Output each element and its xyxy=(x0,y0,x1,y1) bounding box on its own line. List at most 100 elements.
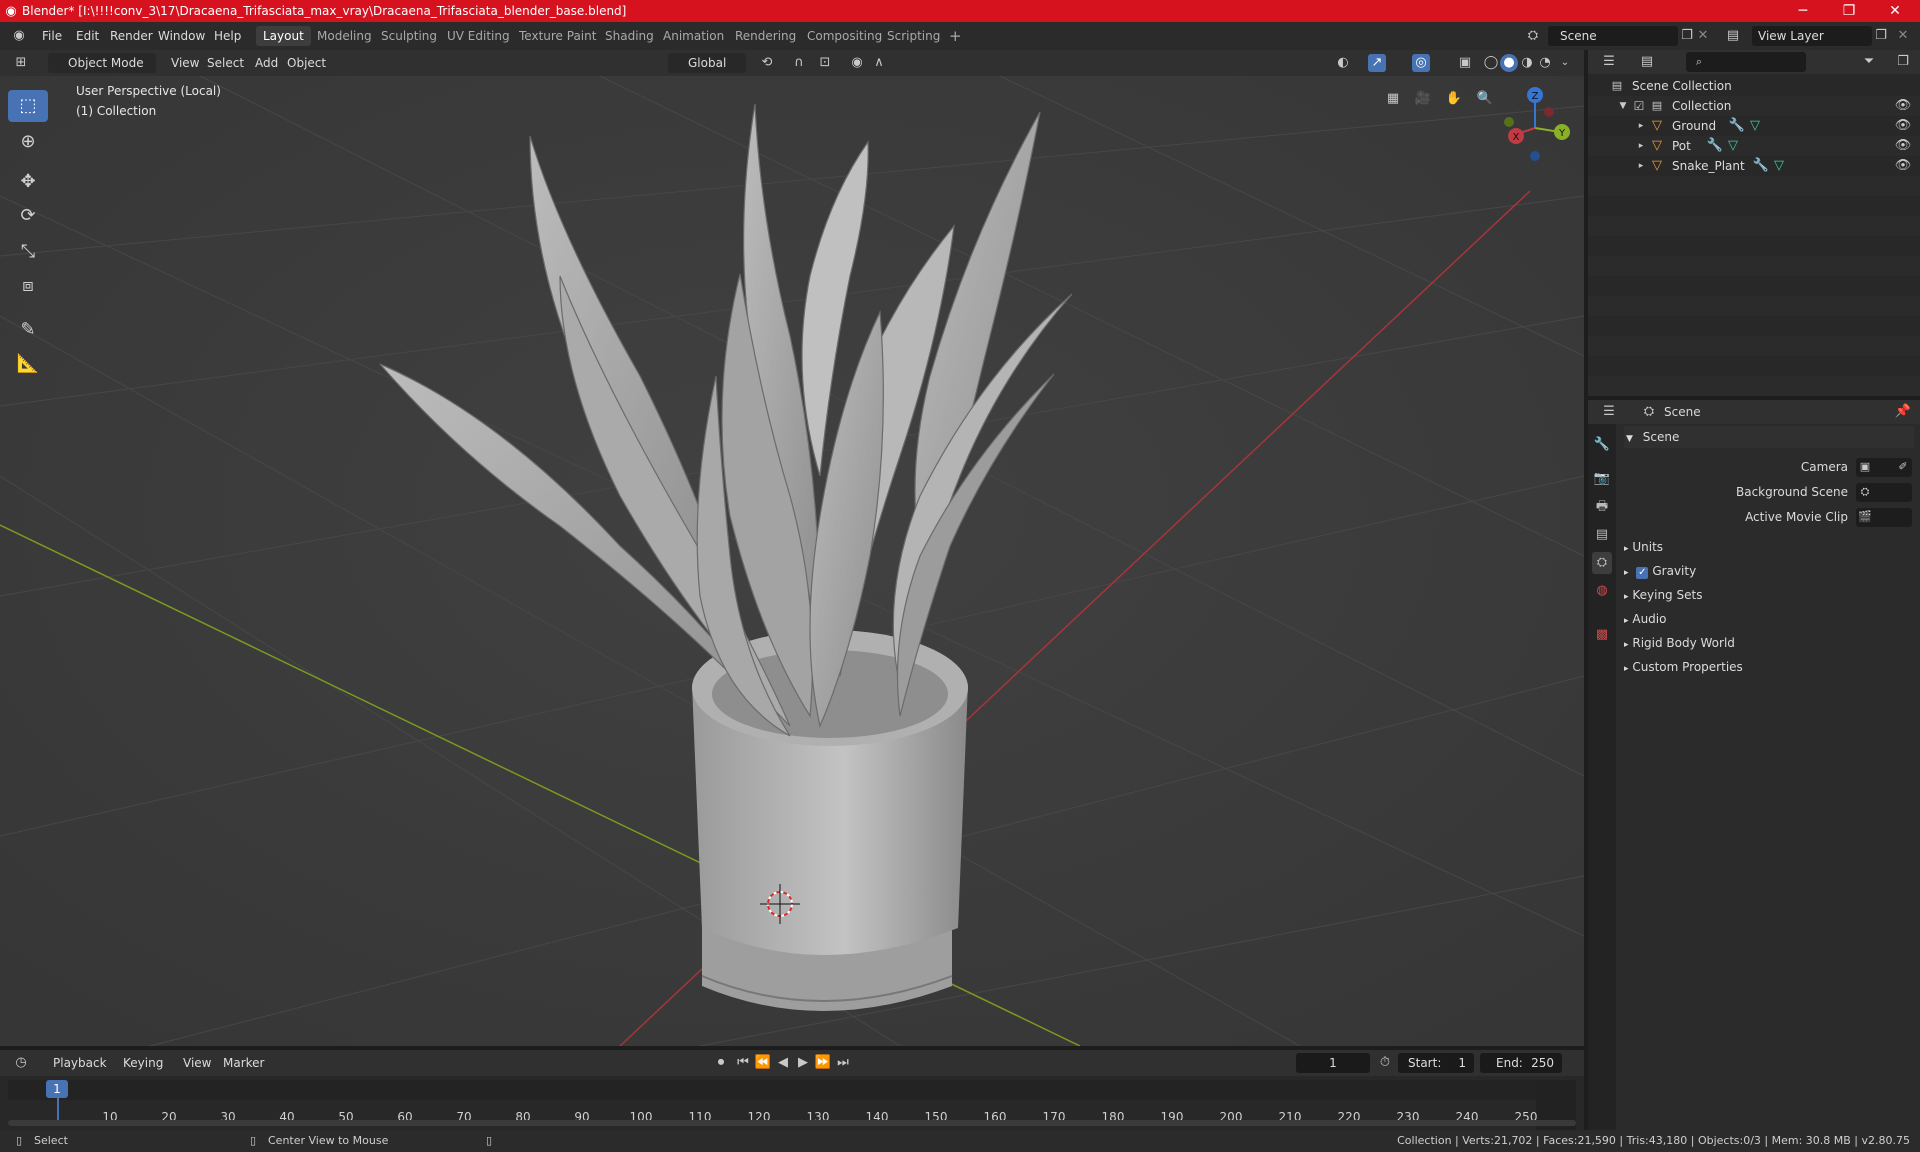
gizmo-neg-x[interactable] xyxy=(1544,107,1554,117)
scale-tool-icon[interactable]: ⤡ xyxy=(8,236,48,268)
checkbox-icon[interactable]: ☑ xyxy=(1630,97,1648,115)
scene-panel-header[interactable]: ▼ Scene xyxy=(1624,426,1914,448)
close-button[interactable]: ✕ xyxy=(1872,0,1918,22)
audio-section[interactable]: ▸ Audio xyxy=(1624,608,1666,630)
snap-target-icon[interactable]: ⊡ xyxy=(816,54,834,72)
solid-shading-icon[interactable]: ● xyxy=(1500,54,1518,72)
outliner-row-pot[interactable]: ▸ ▽ Pot 🔧 ▽ 👁 xyxy=(1588,136,1920,156)
timeline-editor-type-icon[interactable]: ◷ xyxy=(12,1054,30,1072)
tab-modeling[interactable]: Modeling xyxy=(310,26,379,46)
play-icon[interactable]: ▶ xyxy=(794,1054,812,1072)
annotate-tool-icon[interactable]: ✎ xyxy=(8,314,48,346)
timeline-view-menu[interactable]: View xyxy=(176,1053,218,1073)
rendered-shading-icon[interactable]: ◔ xyxy=(1536,54,1554,72)
mode-dropdown[interactable]: Object Mode xyxy=(48,53,156,73)
menu-window[interactable]: Window xyxy=(152,27,211,45)
modifier-icon[interactable]: 🔧 xyxy=(1752,157,1770,175)
tab-animation[interactable]: Animation xyxy=(656,26,731,46)
select-box-tool-icon[interactable]: ⬚ xyxy=(8,90,48,122)
play-reverse-icon[interactable]: ◀ xyxy=(774,1054,792,1072)
timeline-scrollbar[interactable] xyxy=(8,1120,1576,1126)
properties-editor-type-icon[interactable]: ☰ xyxy=(1600,403,1618,421)
falloff-icon[interactable]: ∧ xyxy=(870,54,888,72)
timeline-track[interactable]: 10 20 30 40 50 60 70 80 90 100 110 120 1… xyxy=(0,1076,1584,1130)
mesh-data-icon[interactable]: ▽ xyxy=(1770,157,1788,175)
editor-type-icon[interactable]: ⊞ xyxy=(12,54,30,72)
pin-icon[interactable]: 📌 xyxy=(1894,403,1912,421)
orientation-dropdown[interactable]: Global xyxy=(668,53,746,73)
frame-ruler[interactable] xyxy=(8,1080,1576,1100)
pan-view-icon[interactable]: ✋ xyxy=(1445,90,1463,108)
new-collection-icon[interactable]: ❐ xyxy=(1894,53,1912,71)
scene-selector[interactable]: Scene xyxy=(1548,26,1678,46)
jump-start-icon[interactable]: ⏮ xyxy=(734,1054,752,1072)
display-mode-icon[interactable]: ▤ xyxy=(1638,53,1656,71)
eye-icon[interactable]: 👁 xyxy=(1894,137,1912,155)
view-layer-selector[interactable]: View Layer xyxy=(1752,26,1872,46)
blender-menu-icon[interactable]: ◉ xyxy=(10,27,28,45)
rotate-tool-icon[interactable]: ⟳ xyxy=(8,200,48,232)
record-icon[interactable]: ⏺ xyxy=(712,1054,730,1072)
menu-edit[interactable]: Edit xyxy=(70,27,105,45)
current-frame-field[interactable]: 1 xyxy=(1296,1053,1370,1073)
3d-viewport[interactable]: Z Y X ⬚ ⊕ ✥ ⟳ ⤡ ⧈ ✎ 📐 User Perspective (… xyxy=(0,76,1584,1046)
scene-tab-icon[interactable]: ⛭ xyxy=(1592,552,1612,574)
modifier-icon[interactable]: 🔧 xyxy=(1728,117,1746,135)
outliner-row-ground[interactable]: ▸ ▽ Ground 🔧 ▽ 👁 xyxy=(1588,116,1920,136)
transform-tool-icon[interactable]: ⧈ xyxy=(8,270,48,302)
tab-rendering[interactable]: Rendering xyxy=(728,26,803,46)
overlay-toggle-icon[interactable]: ◎ xyxy=(1412,54,1430,72)
delete-scene-icon[interactable]: ✕ xyxy=(1694,27,1712,45)
shading-options-icon[interactable]: ⌄ xyxy=(1556,54,1574,72)
camera-view-icon[interactable]: 🎥 xyxy=(1414,90,1432,108)
view-layer-tab-icon[interactable]: ▤ xyxy=(1592,524,1612,546)
material-shading-icon[interactable]: ◑ xyxy=(1518,54,1536,72)
playhead-frame-badge[interactable]: 1 xyxy=(46,1080,68,1098)
mesh-data-icon[interactable]: ▽ xyxy=(1724,137,1742,155)
measure-tool-icon[interactable]: 📐 xyxy=(8,348,48,380)
output-tab-icon[interactable]: 🖶 xyxy=(1592,496,1612,518)
zoom-view-icon[interactable]: 🔍 xyxy=(1476,90,1494,108)
menu-help[interactable]: Help xyxy=(208,27,247,45)
tab-compositing[interactable]: Compositing xyxy=(800,26,889,46)
custom-properties-section[interactable]: ▸ Custom Properties xyxy=(1624,656,1743,678)
cursor-tool-icon[interactable]: ⊕ xyxy=(8,126,48,158)
keying-sets-section[interactable]: ▸ Keying Sets xyxy=(1624,584,1702,606)
keying-menu[interactable]: Keying xyxy=(116,1053,170,1073)
units-section[interactable]: ▸ Units xyxy=(1624,536,1663,558)
gizmo-neg-y[interactable] xyxy=(1504,117,1514,127)
gizmo-neg-z[interactable] xyxy=(1530,151,1540,161)
marker-menu[interactable]: Marker xyxy=(216,1053,271,1073)
menu-file[interactable]: File xyxy=(36,27,68,45)
eye-icon[interactable]: 👁 xyxy=(1894,97,1912,115)
playhead-line[interactable] xyxy=(57,1098,59,1122)
render-tab-icon[interactable]: 📷 xyxy=(1592,468,1612,490)
move-tool-icon[interactable]: ✥ xyxy=(8,166,48,198)
outliner-row-scene-collection[interactable]: ▤ Scene Collection xyxy=(1588,76,1920,96)
tab-shading[interactable]: Shading xyxy=(598,26,661,46)
outliner-editor-type-icon[interactable]: ☰ xyxy=(1600,53,1618,71)
gravity-checkbox[interactable]: ✓ xyxy=(1636,567,1649,579)
new-view-layer-icon[interactable]: ❐ xyxy=(1872,27,1890,45)
wireframe-shading-icon[interactable]: ◯ xyxy=(1482,54,1500,72)
mesh-data-icon[interactable]: ▽ xyxy=(1746,117,1764,135)
toggle-camera-view-icon[interactable]: ▦ xyxy=(1384,90,1402,108)
next-keyframe-icon[interactable]: ⏩ xyxy=(814,1054,832,1072)
gizmo-toggle-icon[interactable]: ↗ xyxy=(1368,54,1386,72)
maximize-button[interactable]: ❐ xyxy=(1826,0,1872,22)
visibility-icon[interactable]: ◐ xyxy=(1334,54,1352,72)
viewport-canvas[interactable]: Z Y X xyxy=(0,76,1584,1046)
menu-render[interactable]: Render xyxy=(104,27,159,45)
prev-keyframe-icon[interactable]: ⏪ xyxy=(754,1054,772,1072)
modifier-icon[interactable]: 🔧 xyxy=(1706,137,1724,155)
eye-icon[interactable]: 👁 xyxy=(1894,157,1912,175)
snap-icon[interactable]: ∩ xyxy=(790,54,808,72)
delete-view-layer-icon[interactable]: ✕ xyxy=(1894,27,1912,45)
tab-uv-editing[interactable]: UV Editing xyxy=(440,26,517,46)
tab-sculpting[interactable]: Sculpting xyxy=(374,26,444,46)
tab-layout[interactable]: Layout xyxy=(256,26,311,46)
tab-scripting[interactable]: Scripting xyxy=(880,26,947,46)
rigid-body-world-section[interactable]: ▸ Rigid Body World xyxy=(1624,632,1735,654)
preview-range-icon[interactable]: ⏱ xyxy=(1376,1054,1394,1072)
world-tab-icon[interactable]: ◍ xyxy=(1592,580,1612,602)
